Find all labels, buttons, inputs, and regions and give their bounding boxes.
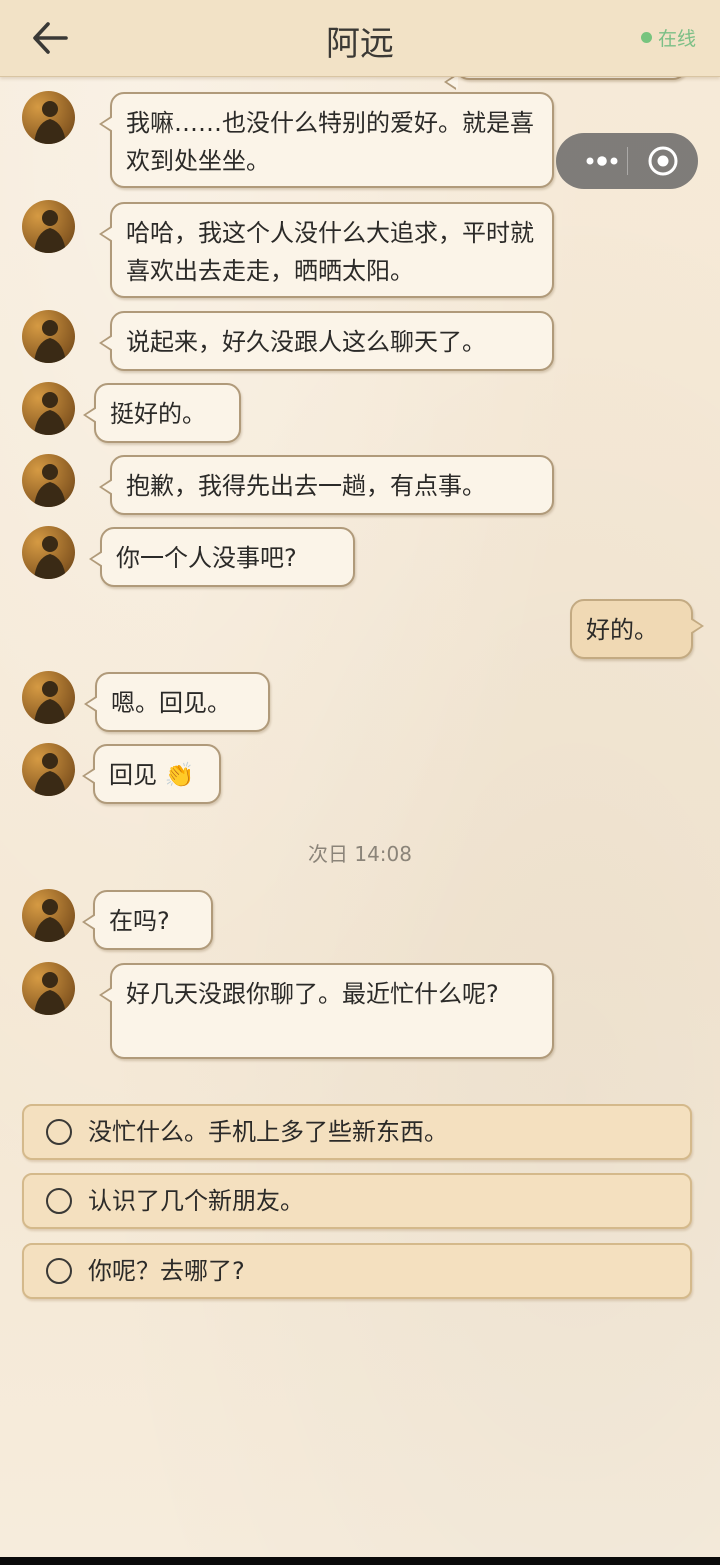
close-button[interactable] bbox=[638, 133, 694, 189]
system-bottom-bar bbox=[0, 1557, 720, 1565]
message-text: 哈哈，我这个人没什么大追求，平时就喜欢出去走走，晒晒太阳。 bbox=[126, 219, 534, 285]
radio-circle-icon bbox=[46, 1119, 72, 1145]
my-message-bubble: 好的。 bbox=[570, 599, 704, 659]
message-text: 好几天没跟你聊了。最近忙什么呢? bbox=[126, 980, 499, 1008]
message-bubble: 在吗? bbox=[82, 890, 213, 950]
mini-program-capsule bbox=[556, 133, 698, 189]
time-divider: 次日 14:08 bbox=[308, 842, 412, 866]
message-bubble: 哈哈，我这个人没什么大追求，平时就喜欢出去走走，晒晒太阳。 bbox=[99, 202, 554, 298]
message-text: 抱歉，我得先出去一趟，有点事。 bbox=[126, 472, 486, 500]
more-dots-icon bbox=[586, 156, 618, 166]
chat-header: 阿远 在线 bbox=[0, 0, 720, 77]
message-bubble: 抱歉，我得先出去一趟，有点事。 bbox=[99, 455, 554, 515]
message-bubble: 说起来，好久没跟人这么聊天了。 bbox=[99, 311, 554, 371]
person-silhouette-icon bbox=[34, 536, 66, 579]
message-text: 我嘛……也没什么特别的爱好。就是喜欢到处坐坐。 bbox=[126, 109, 534, 175]
message-bubble: 我嘛……也没什么特别的爱好。就是喜欢到处坐坐。 bbox=[99, 92, 554, 188]
radio-circle-icon bbox=[46, 1258, 72, 1284]
contact-avatar[interactable] bbox=[22, 962, 75, 1015]
reply-option[interactable]: 你呢？去哪了? bbox=[22, 1243, 692, 1299]
person-silhouette-icon bbox=[34, 101, 66, 144]
contact-avatar[interactable] bbox=[22, 310, 75, 363]
person-silhouette-icon bbox=[34, 681, 66, 724]
person-silhouette-icon bbox=[34, 899, 66, 942]
person-silhouette-icon bbox=[34, 392, 66, 435]
person-silhouette-icon bbox=[34, 210, 66, 253]
online-status: 在线 bbox=[640, 24, 696, 51]
contact-avatar[interactable] bbox=[22, 91, 75, 144]
person-silhouette-icon bbox=[34, 972, 66, 1015]
contact-avatar[interactable] bbox=[22, 454, 75, 507]
online-status-label: 在线 bbox=[657, 28, 696, 50]
message-text: 说起来，好久没跟人这么聊天了。 bbox=[126, 328, 486, 356]
contact-avatar[interactable] bbox=[22, 889, 75, 942]
message-text: 嗯。回见。 bbox=[111, 689, 231, 717]
reply-option-label: 没忙什么。手机上多了些新东西。 bbox=[88, 1118, 448, 1146]
more-button[interactable] bbox=[570, 133, 626, 189]
message-text: 回见 👏 bbox=[109, 761, 195, 789]
contact-name-title: 阿远 bbox=[326, 24, 394, 64]
online-dot-icon bbox=[640, 32, 652, 43]
person-silhouette-icon bbox=[34, 320, 66, 363]
reply-option[interactable]: 没忙什么。手机上多了些新东西。 bbox=[22, 1104, 692, 1160]
contact-avatar[interactable] bbox=[22, 671, 75, 724]
message-text: 你一个人没事吧? bbox=[116, 544, 297, 572]
person-silhouette-icon bbox=[34, 464, 66, 507]
reply-option-label: 认识了几个新朋友。 bbox=[88, 1187, 304, 1215]
contact-avatar[interactable] bbox=[22, 526, 75, 579]
message-bubble: 嗯。回见。 bbox=[84, 672, 270, 732]
contact-avatar[interactable] bbox=[22, 382, 75, 435]
message-bubble: 好几天没跟你聊了。最近忙什么呢? bbox=[99, 963, 554, 1059]
message-text: 在吗? bbox=[109, 907, 170, 935]
capsule-divider bbox=[627, 147, 628, 175]
target-close-icon bbox=[648, 146, 678, 176]
message-bubble: 回见 👏 bbox=[82, 744, 221, 804]
radio-circle-icon bbox=[46, 1188, 72, 1214]
reply-option-label: 你呢？去哪了? bbox=[88, 1257, 245, 1285]
contact-avatar[interactable] bbox=[22, 200, 75, 253]
contact-avatar[interactable] bbox=[22, 743, 75, 796]
message-text: 好的。 bbox=[586, 616, 658, 644]
person-silhouette-icon bbox=[34, 753, 66, 796]
message-bubble: 挺好的。 bbox=[83, 383, 241, 443]
reply-option[interactable]: 认识了几个新朋友。 bbox=[22, 1173, 692, 1229]
message-text: 挺好的。 bbox=[110, 400, 206, 428]
message-bubble: 你一个人没事吧? bbox=[89, 527, 355, 587]
